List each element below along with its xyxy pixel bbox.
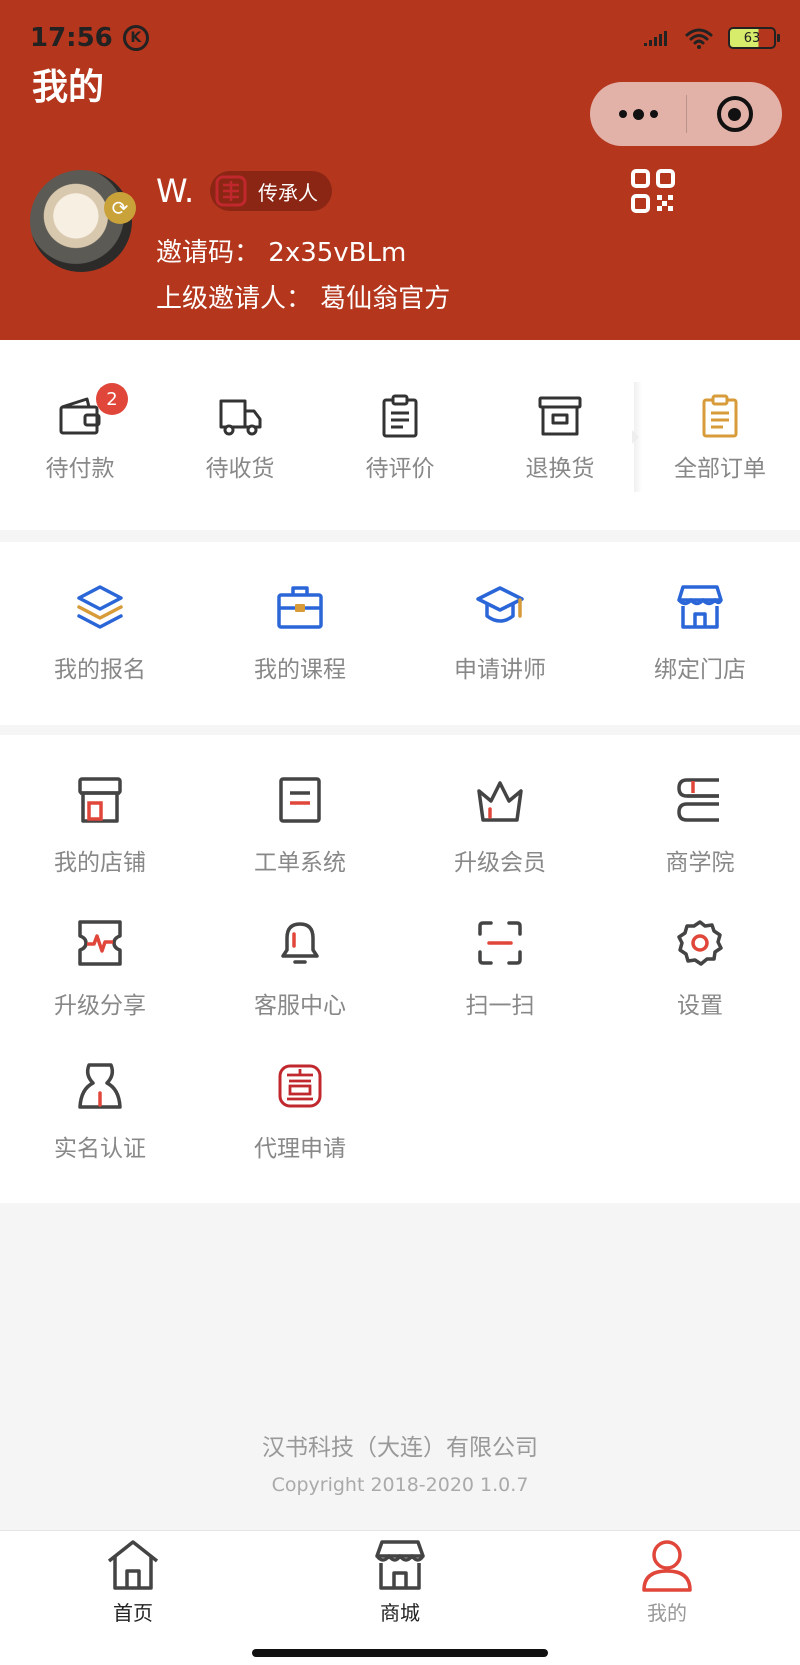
archive-box-icon	[538, 396, 582, 436]
tools-panel: 我的店铺 工单系统 升级会员 商学院 升级分享 客服中心 扫一扫 设置 实名认证…	[0, 735, 800, 1203]
invite-code-row: 邀请码： 2x35vBLm	[156, 232, 406, 269]
scan[interactable]: 扫一扫	[400, 918, 600, 1038]
tab-bar: 首页 商城 我的	[0, 1530, 800, 1665]
document-icon	[279, 777, 321, 823]
truck-icon	[219, 399, 262, 436]
grid-label: 代理申请	[254, 1136, 346, 1162]
gear-icon	[677, 920, 723, 966]
tab-label: 商城	[380, 1601, 420, 1625]
mini-program-capsule	[590, 82, 782, 146]
inviter-label: 上级邀请人：	[156, 284, 313, 314]
share-ticket-icon	[78, 920, 122, 966]
order-to-receive[interactable]: 待收货	[160, 393, 320, 503]
layers-icon	[77, 585, 123, 629]
settings[interactable]: 设置	[600, 918, 800, 1038]
store-icon	[375, 1540, 425, 1590]
my-shop[interactable]: 我的店铺	[0, 775, 200, 895]
inviter-value: 葛仙翁官方	[320, 284, 451, 314]
storefront-icon	[677, 585, 723, 629]
order-pending-payment[interactable]: 2 待付款	[0, 383, 160, 503]
seal-icon	[215, 175, 247, 207]
learning-panel: 我的报名 我的课程 申请讲师 绑定门店	[0, 542, 800, 725]
status-time: 17:56	[30, 23, 113, 53]
tab-label: 我的	[647, 1601, 687, 1625]
refresh-icon[interactable]: ⟳	[104, 192, 136, 224]
grid-label: 实名认证	[54, 1136, 146, 1162]
qr-code-icon[interactable]	[630, 168, 676, 214]
briefcase-icon	[277, 586, 323, 629]
grid-label: 扫一扫	[465, 993, 535, 1019]
signal-icon	[644, 31, 667, 46]
role-label: 传承人	[258, 180, 318, 205]
my-courses[interactable]: 我的课程	[200, 582, 400, 702]
grid-label: 升级分享	[54, 993, 146, 1019]
scan-icon	[478, 921, 522, 965]
grid-label: 我的店铺	[54, 850, 146, 876]
grid-label: 绑定门店	[654, 657, 746, 683]
close-mini-program-button[interactable]	[687, 96, 782, 132]
tab-store[interactable]: 商城	[300, 1537, 500, 1626]
order-label: 全部订单	[674, 456, 766, 482]
order-label: 待收货	[205, 456, 275, 482]
graduation-cap-icon	[476, 586, 524, 623]
grid-label: 工单系统	[254, 850, 346, 876]
role-badge: 传承人	[210, 171, 332, 211]
agent-seal-icon	[278, 1064, 322, 1108]
status-icons: 63	[644, 26, 780, 50]
tab-mine[interactable]: 我的	[567, 1537, 767, 1626]
home-icon	[107, 1540, 159, 1590]
upgrade-membership[interactable]: 升级会员	[400, 775, 600, 895]
tab-home[interactable]: 首页	[33, 1537, 233, 1626]
order-label: 待付款	[45, 456, 115, 482]
grid-label: 我的报名	[54, 657, 146, 683]
apply-lecturer[interactable]: 申请讲师	[400, 582, 600, 702]
grid-label: 设置	[677, 993, 723, 1019]
person-icon	[642, 1540, 692, 1592]
tab-label: 首页	[113, 1601, 153, 1625]
status-bar: 17:56 K 63	[30, 20, 780, 56]
customer-service[interactable]: 客服中心	[200, 918, 400, 1038]
battery-icon: 63	[728, 27, 780, 49]
order-label: 退换货	[525, 456, 595, 482]
wifi-icon	[685, 28, 713, 49]
business-school[interactable]: 商学院	[600, 775, 800, 895]
crown-icon	[477, 781, 523, 822]
order-returns[interactable]: 退换货	[480, 393, 640, 503]
copyright-text: Copyright 2018-2020 1.0.7	[271, 1474, 529, 1496]
more-menu-button[interactable]	[590, 82, 686, 146]
upgrade-share[interactable]: 升级分享	[0, 918, 200, 1038]
home-indicator	[252, 1649, 548, 1657]
all-orders-icon	[702, 394, 738, 438]
k-badge-icon: K	[122, 25, 149, 51]
orders-panel: 2 待付款 待收货 待评价 退换货 全部订单	[0, 340, 800, 530]
clipboard-icon	[382, 394, 418, 438]
agent-application[interactable]: 代理申请	[200, 1061, 400, 1181]
id-person-icon	[78, 1063, 122, 1109]
grid-label: 我的课程	[254, 657, 346, 683]
inviter-row: 上级邀请人： 葛仙翁官方	[156, 278, 450, 315]
grid-label: 商学院	[665, 850, 735, 876]
bell-icon	[281, 922, 319, 964]
my-registrations[interactable]: 我的报名	[0, 582, 200, 702]
bind-store[interactable]: 绑定门店	[600, 582, 800, 702]
shop-icon	[78, 777, 122, 823]
order-to-review[interactable]: 待评价	[320, 393, 480, 503]
grid-label: 升级会员	[454, 850, 546, 876]
order-label: 待评价	[365, 456, 435, 482]
invite-code-value[interactable]: 2x35vBLm	[268, 238, 406, 268]
order-all[interactable]: 全部订单	[640, 393, 800, 503]
page-title: 我的	[32, 67, 105, 108]
grid-label: 申请讲师	[454, 657, 546, 683]
books-icon	[677, 778, 725, 822]
invite-code-label: 邀请码：	[156, 238, 261, 268]
target-icon	[716, 96, 753, 132]
profile-header: 17:56 K 63 我的 ⟳ W. 传承人 邀请码： 2x35vBLm 上级邀…	[0, 0, 800, 340]
real-name-verification[interactable]: 实名认证	[0, 1061, 200, 1181]
user-name: W.	[156, 172, 195, 210]
grid-label: 客服中心	[254, 993, 346, 1019]
pending-count-badge: 2	[96, 383, 128, 415]
ticket-system[interactable]: 工单系统	[200, 775, 400, 895]
company-name: 汉书科技（大连）有限公司	[262, 1435, 538, 1461]
